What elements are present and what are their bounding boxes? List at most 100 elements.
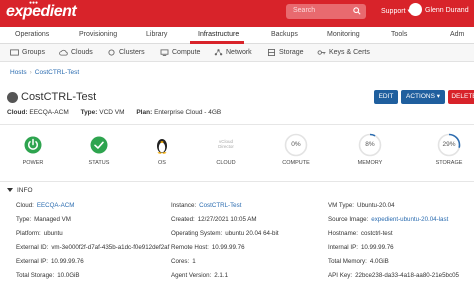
memory-label: MEMORY <box>357 160 383 166</box>
nav-operations[interactable]: Operations <box>15 31 49 38</box>
status-label: STATUS <box>88 160 110 166</box>
meta-type-key: Type: <box>80 109 98 116</box>
info-row: Remote Host: 10.99.99.76 <box>171 244 245 251</box>
breadcrumb-hosts[interactable]: Hosts <box>10 69 27 76</box>
info-key: Cloud: <box>16 202 34 209</box>
subnav-keys-certs[interactable]: Keys & Certs <box>317 49 370 56</box>
subnav-storage[interactable]: Storage <box>267 49 304 56</box>
info-value: 2.1.1 <box>214 272 229 279</box>
user-menu[interactable]: Glenn Durand <box>425 7 469 14</box>
info-key: Operating System: <box>171 230 223 237</box>
info-row: Cloud: EECQA-ACM <box>16 202 74 209</box>
info-heading: INFO <box>17 187 33 194</box>
info-link[interactable]: EECQA-ACM <box>37 202 74 209</box>
info-value: Managed VM <box>34 216 71 223</box>
meta-cloud-key: Cloud: <box>7 109 28 116</box>
info-value: 10.99.99.76 <box>360 244 394 251</box>
subnav-clouds-label: Clouds <box>71 49 93 56</box>
compute-label: COMPUTE <box>282 160 310 166</box>
subnav-groups[interactable]: Groups <box>10 49 45 56</box>
actions-button[interactable]: ACTIONS ▾ <box>401 90 445 104</box>
nav-monitoring[interactable]: Monitoring <box>327 31 360 38</box>
nav-administration[interactable]: Adm <box>450 31 464 38</box>
info-value: 4.0GiB <box>369 258 389 265</box>
main-nav: Operations Provisioning Library Infrastr… <box>0 27 474 44</box>
search-input[interactable]: Search <box>286 4 366 19</box>
breadcrumb-current[interactable]: CostCTRL-Test <box>35 69 79 76</box>
network-icon <box>214 49 223 56</box>
info-value: 10.0GiB <box>57 272 80 279</box>
groups-icon <box>10 49 19 56</box>
subnav-keys-label: Keys & Certs <box>329 49 370 56</box>
vcloud-logo-icon: vCloud Director <box>218 139 234 149</box>
info-key: Cores: <box>171 258 190 265</box>
delete-button[interactable]: DELETE <box>448 90 474 104</box>
info-value: ubuntu 20.04 64-bit <box>225 230 279 237</box>
subnav-compute[interactable]: Compute <box>160 49 200 56</box>
nav-infrastructure[interactable]: Infrastructure <box>198 31 239 38</box>
info-row: Source Image: expedient-ubuntu-20.04-last <box>328 216 448 223</box>
subnav-clusters-label: Clusters <box>119 49 145 56</box>
subnav-clouds[interactable]: Clouds <box>59 49 93 56</box>
info-row: Hostname: costctrl-test <box>328 230 393 237</box>
cloud-label: CLOUD <box>216 160 236 166</box>
caret-down-icon <box>7 188 13 193</box>
info-row: VM Type: Ubuntu-20.04 <box>328 202 395 209</box>
info-value: ubuntu <box>43 230 63 237</box>
host-meta: Cloud: EECQA-ACM Type: VCD VM Plan: Ente… <box>7 109 221 116</box>
support-menu[interactable]: Support ▾ <box>381 7 411 15</box>
info-toggle[interactable]: INFO <box>7 187 33 194</box>
info-key: External IP: <box>16 258 48 265</box>
info-link[interactable]: expedient-ubuntu-20.04-last <box>371 216 448 223</box>
info-row: API Key: 22bce238-da33-4a18-aa80-21e5bc05 <box>328 272 459 279</box>
brand-logo[interactable]: expedient <box>6 3 77 21</box>
power-icon <box>24 136 42 154</box>
info-key: Total Memory: <box>328 258 367 265</box>
breadcrumb-separator: › <box>29 69 32 76</box>
cloud-icon <box>59 49 68 56</box>
info-row: Agent Version: 2.1.1 <box>171 272 228 279</box>
info-row: Internal IP: 10.99.99.76 <box>328 244 394 251</box>
info-key: Source Image: <box>328 216 369 223</box>
info-key: Created: <box>171 216 195 223</box>
search-placeholder: Search <box>293 7 316 14</box>
info-row: Total Memory: 4.0GiB <box>328 258 389 265</box>
compute-icon <box>160 49 169 56</box>
nav-backups[interactable]: Backups <box>271 31 298 38</box>
breadcrumb: Hosts › CostCTRL-Test <box>10 69 79 76</box>
os-label: OS <box>158 160 166 166</box>
subnav-storage-label: Storage <box>279 49 304 56</box>
clusters-icon <box>108 49 115 56</box>
edit-button[interactable]: EDIT <box>374 90 398 104</box>
nav-tools[interactable]: Tools <box>391 31 407 38</box>
info-row: External IP: 10.99.99.76 <box>16 258 84 265</box>
page-title: CostCTRL-Test <box>21 91 97 103</box>
info-key: Type: <box>16 216 32 223</box>
info-key: Instance: <box>171 202 197 209</box>
meta-plan-key: Plan: <box>136 109 153 116</box>
info-value: 10.99.99.76 <box>50 258 84 265</box>
info-value: costctrl-test <box>360 230 393 237</box>
vm-status-icon <box>7 92 18 103</box>
avatar[interactable] <box>409 3 422 16</box>
info-value: 22bce238-da33-4a18-aa80-21e5bc05 <box>355 272 459 279</box>
linux-penguin-icon <box>157 139 167 154</box>
storage-icon <box>268 49 275 56</box>
info-key: External ID: <box>16 244 49 251</box>
info-value: vm-3e000f2f-d7af-435b-a1dc-f0e912def2af <box>51 244 170 251</box>
nav-library[interactable]: Library <box>146 31 167 38</box>
info-key: Platform: <box>16 230 41 237</box>
info-key: Agent Version: <box>171 272 212 279</box>
info-key: Total Storage: <box>16 272 55 279</box>
info-row: Total Storage: 10.0GiB <box>16 272 80 279</box>
meta-plan-val: Enterprise Cloud - 4GB <box>154 109 222 116</box>
info-value: Ubuntu-20.04 <box>357 202 395 209</box>
nav-provisioning[interactable]: Provisioning <box>79 31 117 38</box>
info-link[interactable]: CostCTRL-Test <box>199 202 241 209</box>
subnav-network[interactable]: Network <box>214 49 252 56</box>
subnav-network-label: Network <box>226 49 252 56</box>
subnav-clusters[interactable]: Clusters <box>107 49 145 56</box>
subnav-groups-label: Groups <box>22 49 45 56</box>
check-icon <box>90 136 108 154</box>
search-icon[interactable] <box>353 7 361 15</box>
